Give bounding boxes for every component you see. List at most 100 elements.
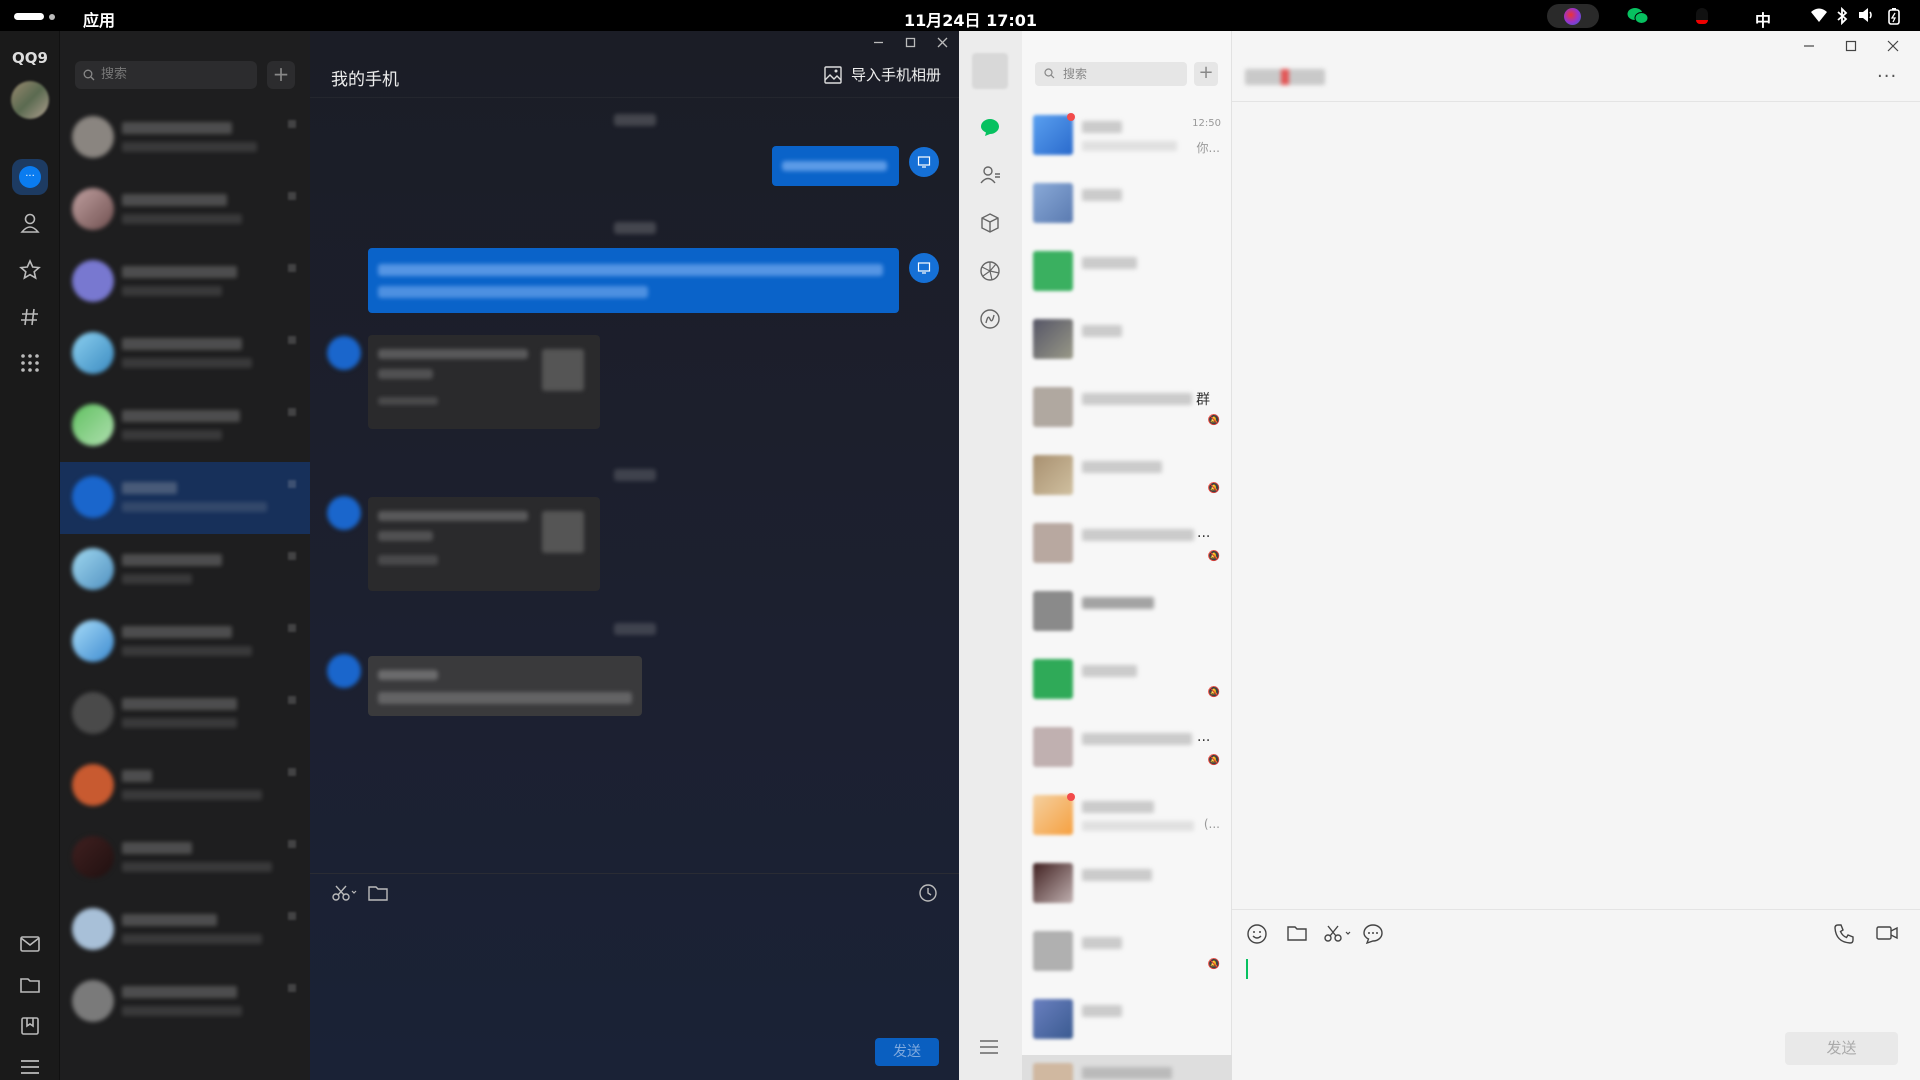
- close-icon[interactable]: [1887, 40, 1899, 56]
- scissors-icon[interactable]: [332, 883, 358, 907]
- history-icon[interactable]: [918, 883, 938, 907]
- qq9-tray-icon[interactable]: [1547, 4, 1599, 28]
- close-icon[interactable]: [937, 37, 948, 52]
- minimize-icon[interactable]: [873, 37, 884, 52]
- folder-icon[interactable]: [367, 883, 389, 907]
- list-item[interactable]: [1022, 851, 1232, 919]
- list-item[interactable]: [60, 246, 310, 318]
- qq-conversation-list: 搜索 +: [60, 31, 310, 1080]
- mail-icon[interactable]: [12, 926, 48, 962]
- message-icon[interactable]: ···: [12, 159, 48, 195]
- contacts-icon[interactable]: [12, 205, 48, 241]
- folder-icon[interactable]: [1286, 923, 1308, 947]
- channels-icon[interactable]: [12, 299, 48, 335]
- more-apps-icon[interactable]: [12, 345, 48, 381]
- divider: [310, 97, 959, 98]
- wechat-nav-rail: [959, 31, 1022, 1080]
- input-method-indicator[interactable]: 中: [1755, 7, 1771, 31]
- list-item[interactable]: 12:50 你...: [1022, 103, 1232, 171]
- message-bubble-outgoing[interactable]: [368, 248, 899, 313]
- mute-icon: 🔕: [1207, 483, 1220, 494]
- search-input[interactable]: 搜索: [75, 61, 257, 89]
- wifi-icon[interactable]: [1810, 7, 1828, 27]
- list-item[interactable]: [60, 894, 310, 966]
- menu-icon[interactable]: [12, 1049, 48, 1080]
- box-icon[interactable]: [979, 212, 1001, 238]
- video-call-icon[interactable]: [1875, 923, 1899, 947]
- list-item[interactable]: [1022, 987, 1232, 1055]
- mute-icon: 🔕: [1207, 687, 1220, 698]
- search-input[interactable]: 搜索: [1035, 62, 1187, 86]
- message-card-incoming[interactable]: [368, 656, 642, 716]
- list-item[interactable]: [1022, 579, 1232, 647]
- list-item[interactable]: ... 🔕: [1022, 511, 1232, 579]
- list-item[interactable]: 🔕: [1022, 647, 1232, 715]
- avatar[interactable]: [972, 53, 1008, 89]
- list-item[interactable]: 🔕: [1022, 443, 1232, 511]
- maximize-icon[interactable]: [905, 37, 916, 52]
- bookmark-icon[interactable]: [12, 1008, 48, 1044]
- text-cursor: [1246, 959, 1248, 979]
- avatar[interactable]: [327, 496, 361, 530]
- list-item[interactable]: [60, 318, 310, 390]
- workspace-dot[interactable]: [49, 14, 55, 20]
- list-item[interactable]: [60, 750, 310, 822]
- contacts-icon[interactable]: [979, 165, 1001, 189]
- workspace-indicator[interactable]: [14, 13, 44, 20]
- list-item[interactable]: [60, 678, 310, 750]
- apps-menu[interactable]: 应用: [83, 7, 115, 31]
- menu-icon[interactable]: [979, 1039, 999, 1059]
- search-icon: [83, 69, 95, 81]
- list-item-selected[interactable]: [1022, 1055, 1232, 1080]
- list-item[interactable]: [60, 390, 310, 462]
- avatar[interactable]: [327, 336, 361, 370]
- avatar[interactable]: [11, 81, 49, 119]
- send-button[interactable]: 发送: [875, 1038, 939, 1066]
- send-button[interactable]: 发送: [1785, 1032, 1898, 1065]
- list-item[interactable]: [60, 606, 310, 678]
- moments-icon[interactable]: [979, 260, 1001, 286]
- add-button[interactable]: +: [267, 61, 295, 89]
- avatar[interactable]: [327, 654, 361, 688]
- list-item[interactable]: [60, 534, 310, 606]
- divider: [1232, 909, 1920, 910]
- maximize-icon[interactable]: [1845, 40, 1857, 56]
- chat-icon[interactable]: [979, 117, 1001, 141]
- screenshot-icon[interactable]: [1324, 923, 1354, 947]
- list-item[interactable]: ... 🔕: [1022, 715, 1232, 783]
- qq-window: QQ9 ··· 搜索 + 我的手机 导入手机相册 发送: [0, 31, 959, 1080]
- favorites-icon[interactable]: [12, 252, 48, 288]
- list-item[interactable]: [1022, 171, 1232, 239]
- wechat-tray-icon[interactable]: [1627, 7, 1649, 29]
- list-item[interactable]: [60, 174, 310, 246]
- folder-icon[interactable]: [12, 967, 48, 1003]
- import-album-button[interactable]: 导入手机相册: [823, 64, 941, 85]
- list-item[interactable]: 🔕: [1022, 919, 1232, 987]
- list-item-my-phone[interactable]: [60, 462, 310, 534]
- chat-history-icon[interactable]: [1362, 923, 1384, 949]
- minimize-icon[interactable]: [1803, 40, 1815, 56]
- qq-penguin-tray-icon[interactable]: [1696, 8, 1708, 24]
- bluetooth-icon[interactable]: [1836, 6, 1848, 29]
- list-item[interactable]: [60, 102, 310, 174]
- list-item[interactable]: 群 🔕: [1022, 375, 1232, 443]
- channels-icon[interactable]: [979, 308, 1001, 334]
- voice-call-icon[interactable]: [1833, 923, 1855, 949]
- divider: [1232, 101, 1920, 102]
- message-card-incoming[interactable]: [368, 497, 600, 591]
- battery-icon[interactable]: [1888, 7, 1900, 29]
- wechat-window: 搜索 + 12:50 你... 群 🔕 🔕 ... 🔕 🔕 ... 🔕 (...…: [959, 31, 1920, 1080]
- clock[interactable]: 11月24日 17:01: [904, 7, 1037, 31]
- more-icon[interactable]: ···: [1877, 66, 1897, 87]
- message-card-incoming[interactable]: [368, 335, 600, 429]
- list-item[interactable]: [1022, 239, 1232, 307]
- message-bubble-outgoing[interactable]: [772, 146, 899, 186]
- volume-icon[interactable]: [1858, 7, 1876, 27]
- list-item[interactable]: (...: [1022, 783, 1232, 851]
- add-button[interactable]: +: [1194, 62, 1218, 86]
- list-item[interactable]: [60, 966, 310, 1038]
- list-item[interactable]: [60, 822, 310, 894]
- list-item[interactable]: [1022, 307, 1232, 375]
- emoji-icon[interactable]: [1246, 923, 1268, 949]
- wechat-chat-pane: ··· 发送: [1232, 31, 1920, 1080]
